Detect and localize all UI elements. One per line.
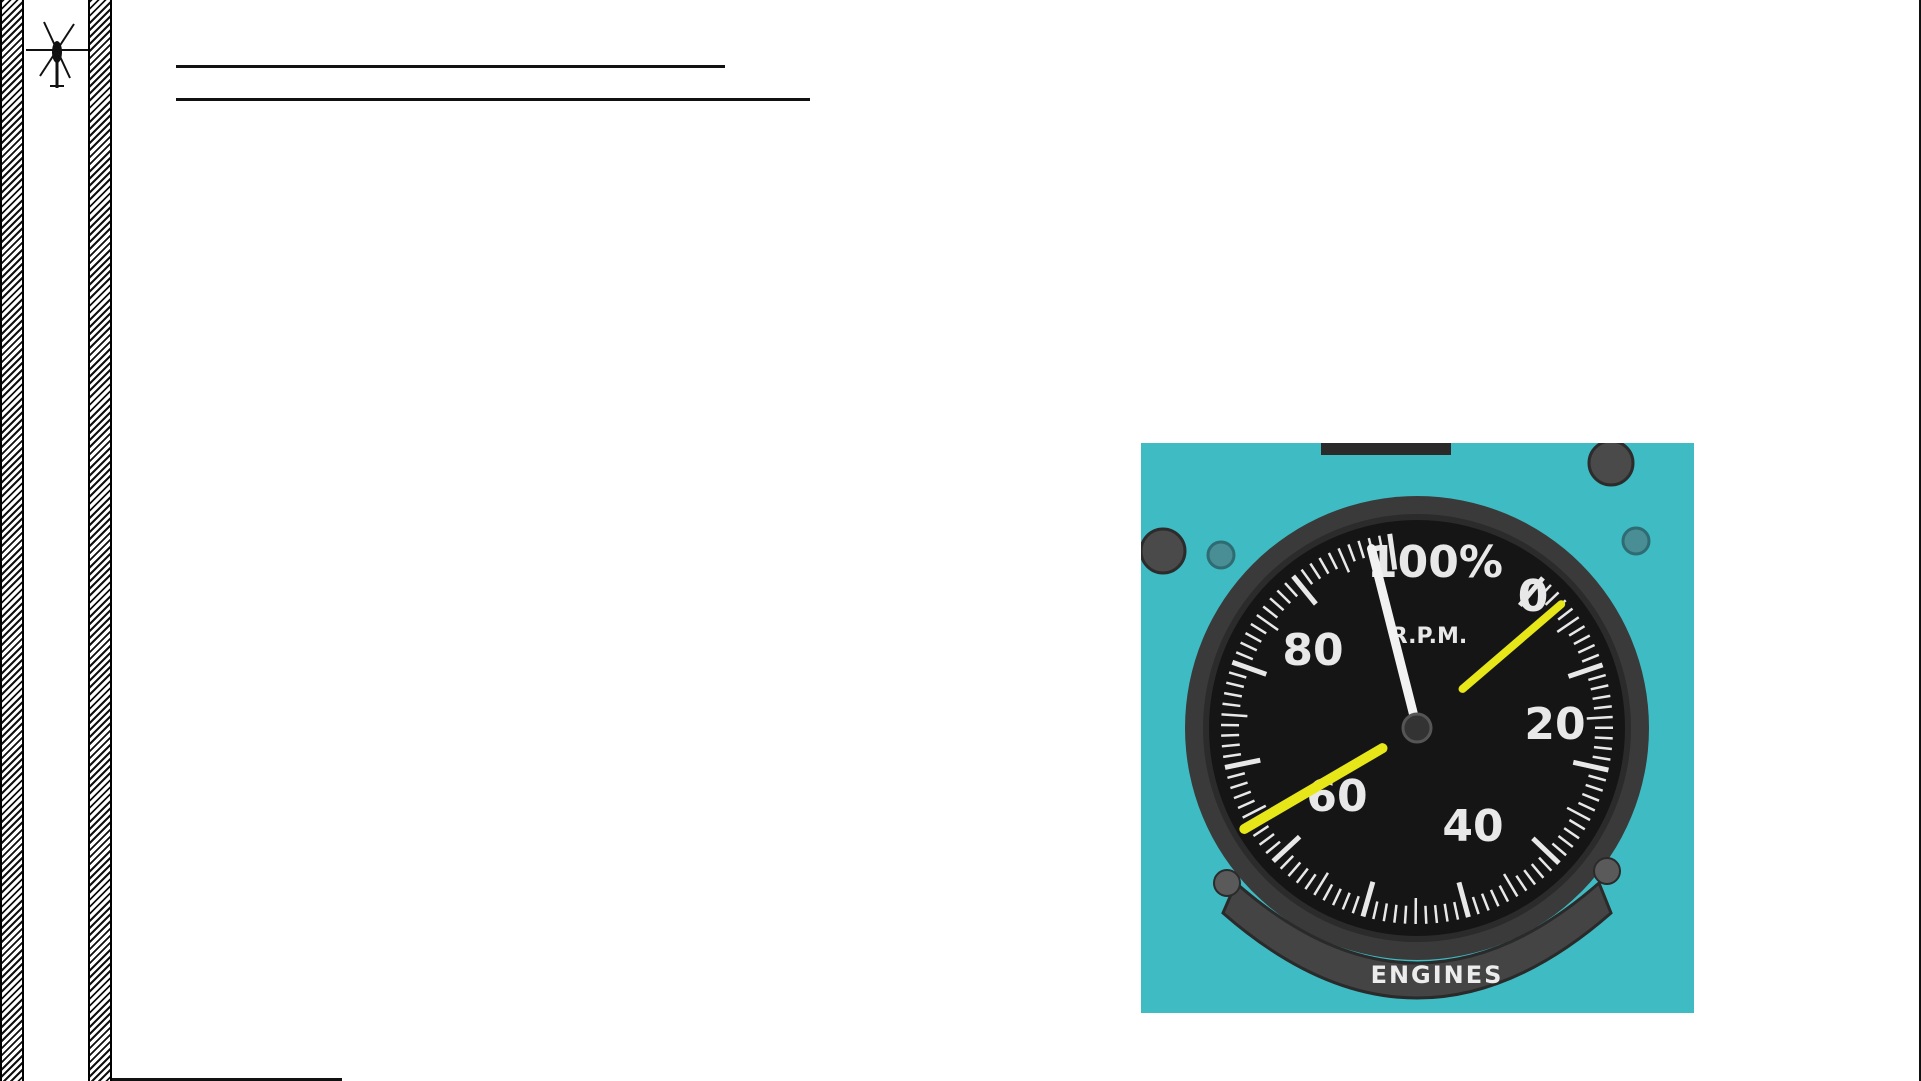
helicopter-icon [26,21,88,88]
dial-label-80: 80 [1282,625,1343,676]
slide-page: 0 20 40 60 80 100% R.P.M. ENGINES [0,0,1921,1081]
right-hatched-border [88,0,112,1081]
needle-hub [1401,712,1433,744]
plate-screw [1213,869,1241,897]
panel-mount [1321,443,1451,455]
dial-tick [1403,905,1408,924]
rpm-label: R.P.M. [1391,624,1467,649]
dial-tick [1586,715,1613,720]
panel-screw [1621,526,1651,556]
dial-label-40: 40 [1442,801,1503,852]
dial-tick [1594,736,1613,740]
dial-tick [1221,733,1240,737]
left-hatched-border [0,0,24,1081]
plate-screw [1593,857,1621,885]
panel-knob [1587,443,1635,487]
panel-screw [1206,540,1236,570]
dial-tick [1221,743,1240,748]
dial-tick [1424,905,1428,924]
panel-knob [1141,527,1187,575]
title-underline [176,65,725,68]
percent-label: 100% [1367,537,1503,588]
engine-rpm-gauge: 0 20 40 60 80 100% R.P.M. ENGINES [1141,443,1694,1013]
engines-label: ENGINES [1371,961,1504,989]
subtitle-underline [176,98,810,101]
dial-label-20: 20 [1524,699,1585,750]
